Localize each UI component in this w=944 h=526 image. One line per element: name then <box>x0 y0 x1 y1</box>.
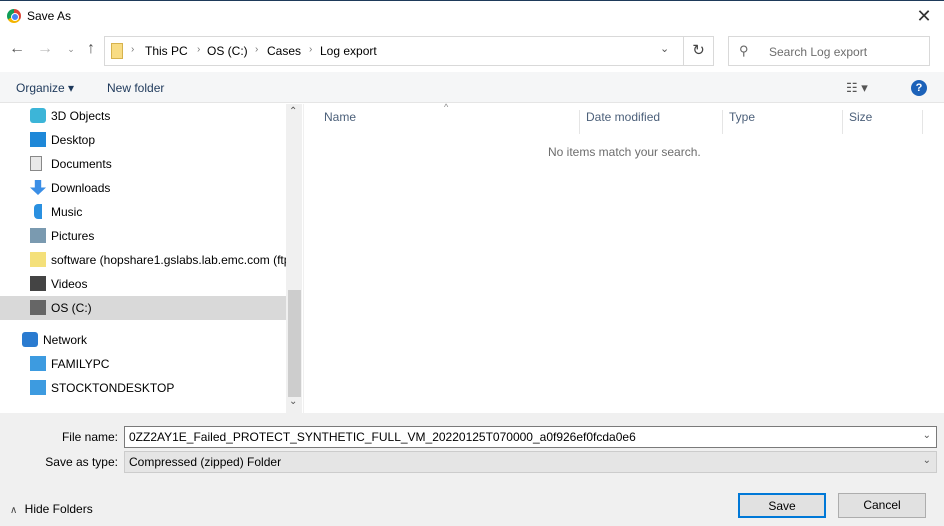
nav-item-label: Documents <box>51 157 112 171</box>
column-name[interactable]: Name <box>318 110 580 134</box>
window-title: Save As <box>27 9 72 23</box>
nav-item-label: Pictures <box>51 229 95 243</box>
column-type[interactable]: Type <box>723 110 843 134</box>
crumb-os-c[interactable]: OS (C:) <box>207 44 248 58</box>
close-button[interactable]: ✕ <box>912 5 936 29</box>
help-icon[interactable]: ? <box>911 80 927 96</box>
nav-item-label: Desktop <box>51 133 96 147</box>
documents-icon <box>30 156 42 171</box>
nav-item[interactable]: Pictures <box>0 224 286 248</box>
search-icon: ⚲ <box>739 43 749 58</box>
file-name-label: File name: <box>61 430 118 444</box>
nav-item-label: software (hopshare1.gslabs.lab.emc.com (… <box>51 253 286 267</box>
navigation-pane: 3D Objects Desktop Documents Downloads Music… <box>0 104 302 414</box>
cancel-button[interactable]: Cancel <box>838 493 926 518</box>
desktop-icon <box>30 132 46 147</box>
nav-item[interactable]: Music <box>0 200 286 224</box>
file-name-input[interactable]: 0ZZ2AY1E_Failed_PROTECT_SYNTHETIC_FULL_V… <box>124 426 937 448</box>
nav-item-label: OS (C:) <box>51 301 92 315</box>
up-arrow-icon[interactable]: ↑ <box>82 40 100 60</box>
search-placeholder: Search Log export <box>769 45 868 59</box>
chrome-icon <box>7 9 21 23</box>
downloads-icon <box>30 180 46 195</box>
chevron-right-icon: › <box>131 44 135 55</box>
address-dropdown-icon[interactable]: ⌄ <box>660 42 669 55</box>
hide-folders-button[interactable]: ∧ Hide Folders <box>10 502 93 516</box>
nav-item-label: Network <box>43 333 88 347</box>
hide-folders-label: Hide Folders <box>24 502 93 516</box>
music-icon <box>34 204 42 219</box>
file-name-value: 0ZZ2AY1E_Failed_PROTECT_SYNTHETIC_FULL_V… <box>129 430 636 444</box>
chevron-up-icon: ∧ <box>10 505 18 516</box>
chevron-down-icon[interactable]: ⌄ <box>923 455 931 466</box>
nav-item-label: STOCKTONDESKTOP <box>51 381 175 395</box>
folder-icon <box>111 43 123 59</box>
videos-icon <box>30 276 46 291</box>
nav-item[interactable]: Desktop <box>0 128 286 152</box>
nav-item[interactable]: Downloads <box>0 176 286 200</box>
back-arrow-icon[interactable]: ← <box>8 40 26 60</box>
save-button[interactable]: Save <box>738 493 826 518</box>
new-folder-button[interactable]: New folder <box>107 81 164 95</box>
nav-item[interactable]: OS (C:) <box>0 296 286 320</box>
nav-item[interactable]: STOCKTONDESKTOP <box>0 376 286 400</box>
scroll-down-icon[interactable]: ⌄ <box>289 396 297 407</box>
crumb-cases[interactable]: Cases <box>267 44 301 58</box>
refresh-button[interactable]: ↻ <box>684 36 714 66</box>
save-type-value: Compressed (zipped) Folder <box>129 455 282 469</box>
nav-item[interactable]: 3D Objects <box>0 104 286 128</box>
network-icon <box>22 332 38 347</box>
nav-item[interactable]: FAMILYPC <box>0 352 286 376</box>
search-input[interactable]: ⚲ Search Log export <box>728 36 930 66</box>
recent-chevron-icon[interactable]: ⌄ <box>62 44 80 64</box>
chevron-right-icon: › <box>255 44 259 55</box>
crumb-this-pc[interactable]: This PC <box>145 44 188 58</box>
computer-icon <box>30 380 46 395</box>
network-drive-icon <box>30 252 46 267</box>
organize-button[interactable]: Organize ▾ <box>16 81 74 95</box>
nav-item[interactable]: Network <box>0 328 286 352</box>
nav-item-label: Music <box>51 205 83 219</box>
scrollbar-thumb[interactable] <box>288 290 301 397</box>
chevron-down-icon[interactable]: ⌄ <box>923 430 931 441</box>
chevron-right-icon: › <box>309 44 313 55</box>
save-type-select[interactable]: Compressed (zipped) Folder ⌄ <box>124 451 937 473</box>
forward-arrow-icon[interactable]: → <box>36 40 54 60</box>
nav-item[interactable]: Videos <box>0 272 286 296</box>
column-size[interactable]: Size <box>843 110 923 134</box>
pictures-icon <box>30 228 46 243</box>
nav-item[interactable]: Documents <box>0 152 286 176</box>
crumb-log-export[interactable]: Log export <box>320 44 377 58</box>
address-bar[interactable]: › This PC › OS (C:) › Cases › Log export <box>104 36 684 66</box>
computer-icon <box>30 356 46 371</box>
nav-item-label: Videos <box>51 277 88 291</box>
empty-message: No items match your search. <box>548 145 701 159</box>
nav-item[interactable]: software (hopshare1.gslabs.lab.emc.com (… <box>0 248 286 272</box>
scroll-up-icon[interactable]: ⌃ <box>289 106 297 117</box>
title-bar: Save As ✕ <box>0 0 944 32</box>
3d-objects-icon <box>30 108 46 123</box>
column-date-modified[interactable]: Date modified <box>580 110 723 134</box>
view-options-icon[interactable]: ☷ ▾ <box>846 80 868 96</box>
nav-item-label: 3D Objects <box>51 109 111 123</box>
nav-item-label: FAMILYPC <box>51 357 110 371</box>
drive-icon <box>30 300 46 315</box>
save-type-label: Save as type: <box>45 455 118 469</box>
nav-item-label: Downloads <box>51 181 111 195</box>
chevron-right-icon: › <box>197 44 201 55</box>
toolbar: Organize ▾ New folder <box>0 72 944 103</box>
